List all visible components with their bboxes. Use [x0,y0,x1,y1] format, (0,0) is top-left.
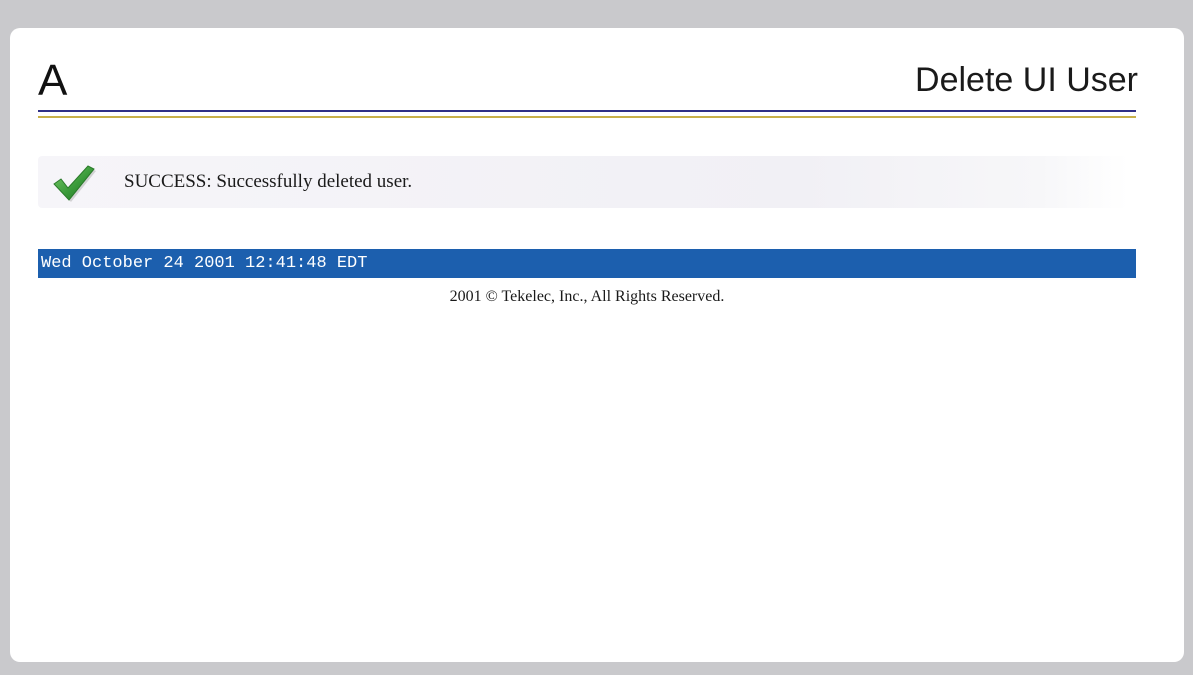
success-message-text: SUCCESS: Successfully deleted user. [124,171,413,192]
page-title: Delete UI User [915,61,1138,99]
header-divider-primary [38,110,1136,112]
content-panel: A Delete UI User SUCCESS: Successfully d… [10,28,1184,662]
copyright-notice: 2001 © Tekelec, Inc., All Rights Reserve… [449,288,725,305]
header-divider-secondary [38,116,1136,118]
success-message: SUCCESS: Successfully deleted user. [38,156,1128,208]
checkmark-icon [53,165,96,202]
app-logo: A [38,56,68,105]
timestamp: Wed October 24 2001 12:41:48 EDT [41,254,368,273]
page-header: A Delete UI User [38,56,1138,112]
timestamp-bar: Wed October 24 2001 12:41:48 EDT [38,249,1136,278]
